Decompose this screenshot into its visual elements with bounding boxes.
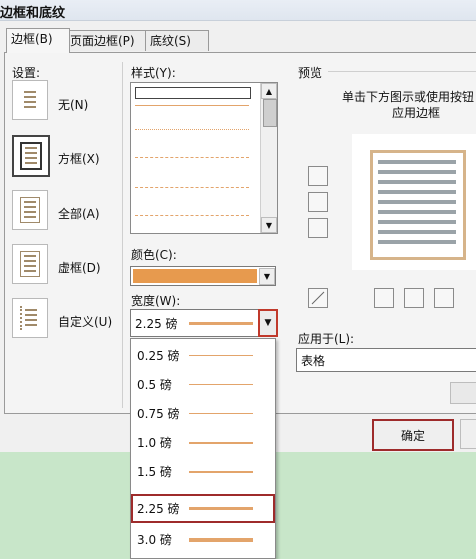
setting-none[interactable] bbox=[12, 80, 48, 120]
style-listbox[interactable]: ▲ ▼ bbox=[130, 82, 278, 234]
border-right-icon[interactable] bbox=[434, 288, 454, 308]
setting-grid-label[interactable]: 虚框(D) bbox=[58, 259, 101, 276]
width-option-sample bbox=[189, 537, 253, 542]
width-option-sample bbox=[189, 441, 253, 444]
width-option[interactable]: 0.25 磅 bbox=[131, 341, 275, 370]
cancel-button[interactable] bbox=[460, 419, 476, 449]
style-option-long-dash[interactable] bbox=[135, 187, 249, 188]
preview-hint-line1: 单击下方图示或使用按钮 bbox=[342, 90, 475, 104]
border-middle-icon[interactable] bbox=[308, 192, 328, 212]
setting-none-label[interactable]: 无(N) bbox=[58, 96, 88, 113]
setting-all-icon bbox=[12, 190, 48, 230]
style-option-solid[interactable] bbox=[135, 105, 249, 106]
style-label: 样式(Y): bbox=[131, 66, 176, 80]
width-option-sample bbox=[189, 384, 253, 385]
column-divider bbox=[122, 62, 123, 408]
width-option-sample bbox=[189, 355, 253, 356]
border-diagonal-icon[interactable] bbox=[308, 288, 328, 308]
ok-button[interactable]: 确定 bbox=[372, 419, 454, 451]
color-label: 颜色(C): bbox=[131, 248, 177, 262]
tab-shading[interactable]: 底纹(S) bbox=[145, 30, 209, 51]
preview-hint-line2: 应用边框 bbox=[392, 106, 441, 120]
setting-grid-icon bbox=[12, 244, 48, 284]
width-option[interactable]: 0.5 磅 bbox=[131, 370, 275, 399]
setting-all[interactable] bbox=[12, 190, 48, 230]
style-option-dashed[interactable] bbox=[135, 157, 249, 158]
setting-all-label[interactable]: 全部(A) bbox=[58, 205, 100, 222]
options-button[interactable] bbox=[450, 382, 476, 404]
width-option[interactable]: 1.5 磅 bbox=[131, 457, 275, 486]
setting-box[interactable] bbox=[12, 135, 50, 177]
border-center-icon[interactable] bbox=[404, 288, 424, 308]
setting-box-label[interactable]: 方框(X) bbox=[58, 150, 100, 167]
setting-custom-icon bbox=[12, 298, 48, 338]
setting-custom-label[interactable]: 自定义(U) bbox=[58, 313, 112, 330]
width-dropdown-button[interactable]: ▼ bbox=[258, 309, 278, 337]
width-option-selected[interactable]: 2.25 磅 bbox=[131, 494, 275, 523]
scroll-up-icon[interactable]: ▲ bbox=[261, 83, 277, 99]
setting-grid[interactable] bbox=[12, 244, 48, 284]
setting-custom[interactable] bbox=[12, 298, 48, 338]
width-option[interactable]: 3.0 磅 bbox=[131, 525, 275, 554]
scroll-thumb[interactable] bbox=[263, 99, 277, 127]
tab-page-border[interactable]: 页面边框(P) bbox=[65, 30, 149, 51]
width-option-sample bbox=[189, 413, 253, 414]
apply-to-label: 应用于(L): bbox=[298, 332, 355, 346]
width-value: 2.25 磅 bbox=[135, 317, 178, 331]
setting-none-icon bbox=[12, 80, 48, 120]
apply-to-select[interactable]: 表格 bbox=[296, 348, 476, 372]
width-select[interactable]: 2.25 磅 bbox=[130, 309, 276, 337]
width-option[interactable]: 1.0 磅 bbox=[131, 428, 275, 457]
settings-label: 设置: bbox=[12, 66, 41, 80]
width-option[interactable]: 0.75 磅 bbox=[131, 399, 275, 428]
width-sample-line bbox=[189, 322, 253, 325]
border-left-icon[interactable] bbox=[374, 288, 394, 308]
style-option-solid-selected[interactable] bbox=[135, 87, 251, 99]
width-label: 宽度(W): bbox=[131, 294, 181, 308]
ok-button-label: 确定 bbox=[400, 428, 425, 443]
border-bottom-icon[interactable] bbox=[308, 218, 328, 238]
dialog-title: 边框和底纹 bbox=[0, 6, 66, 21]
style-option-dotted[interactable] bbox=[135, 129, 249, 130]
dropdown-arrow-icon: ▼ bbox=[264, 318, 272, 328]
style-scrollbar[interactable]: ▲ ▼ bbox=[260, 83, 277, 233]
title-bar: 边框和底纹 bbox=[0, 0, 476, 21]
style-option-dash-dot[interactable] bbox=[135, 215, 249, 216]
dropdown-arrow-icon[interactable]: ▼ bbox=[259, 268, 275, 285]
apply-to-value: 表格 bbox=[301, 354, 326, 368]
setting-box-icon bbox=[12, 135, 50, 177]
scroll-down-icon[interactable]: ▼ bbox=[261, 217, 277, 233]
tab-borders[interactable]: 边框(B) bbox=[6, 28, 70, 53]
preview-area[interactable] bbox=[352, 134, 476, 270]
preview-divider bbox=[328, 71, 476, 72]
border-top-icon[interactable] bbox=[308, 166, 328, 186]
width-dropdown-list: 0.25 磅 0.5 磅 0.75 磅 1.0 磅 1.5 磅 2.25 磅 3… bbox=[130, 338, 276, 559]
width-option-sample bbox=[189, 507, 253, 510]
preview-label: 预览 bbox=[298, 66, 323, 80]
width-option-sample bbox=[189, 470, 253, 473]
color-select[interactable]: ▼ bbox=[130, 266, 276, 286]
color-swatch bbox=[133, 269, 257, 283]
